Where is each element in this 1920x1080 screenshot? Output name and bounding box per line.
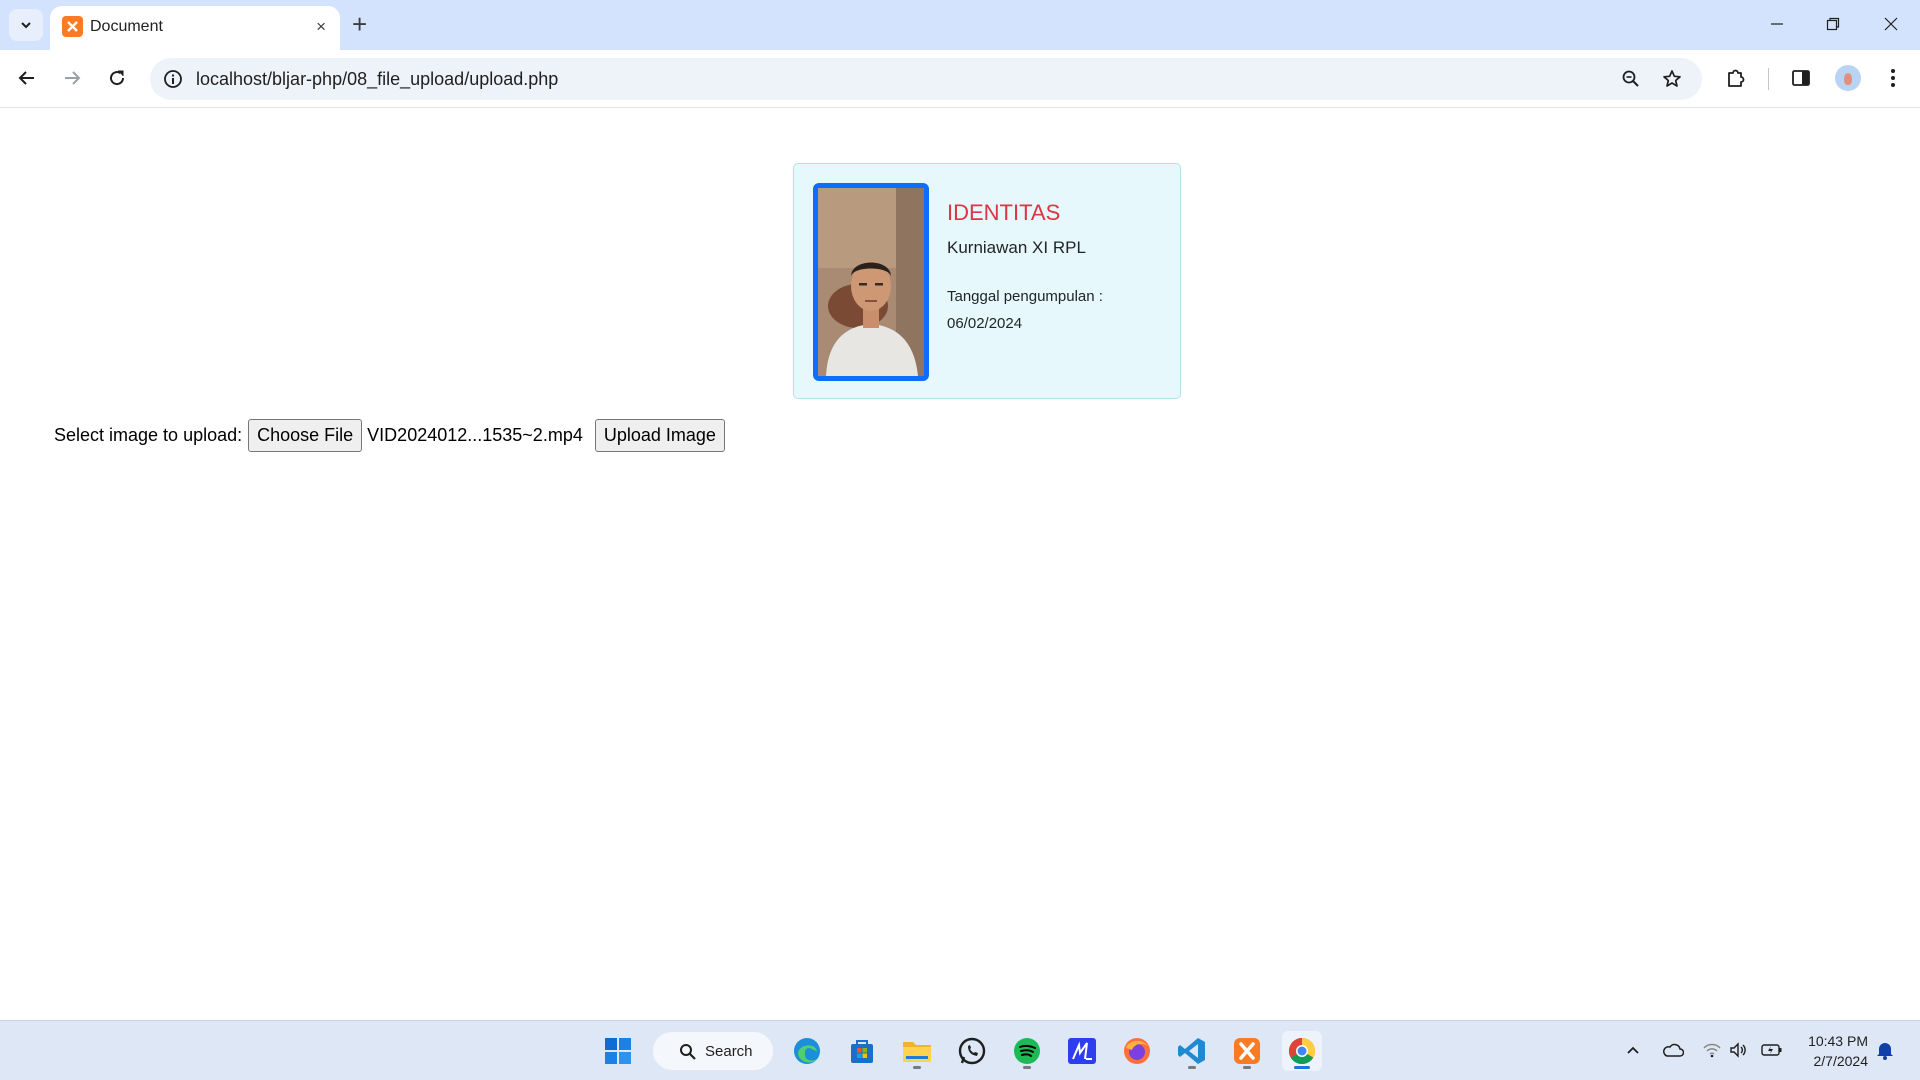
firefox-icon[interactable]	[1117, 1031, 1157, 1071]
clock-date: 2/7/2024	[1813, 1053, 1869, 1069]
choose-file-button[interactable]: Choose File	[248, 418, 363, 452]
taskbar-search-label: Search	[705, 1043, 753, 1060]
selected-file-name: VID2024012...1535~2.mp4	[367, 424, 583, 445]
volume-icon[interactable]	[1728, 1039, 1750, 1061]
windows-start-icon[interactable]	[598, 1031, 638, 1071]
site-info-icon[interactable]	[163, 69, 183, 94]
notification-bell-icon[interactable]	[1874, 1039, 1896, 1061]
system-clock[interactable]: 10:43 PM 2/7/2024	[1800, 1031, 1868, 1071]
xampp-favicon-icon	[62, 16, 83, 37]
microsoft-store-icon[interactable]	[842, 1031, 882, 1071]
zoom-icon[interactable]	[1620, 68, 1642, 90]
address-bar[interactable]: localhost/bljar-php/08_file_upload/uploa…	[150, 58, 1702, 100]
forward-arrow-icon[interactable]	[58, 64, 86, 92]
tab-title: Document	[90, 18, 163, 35]
url-text[interactable]: localhost/bljar-php/08_file_upload/uploa…	[196, 69, 558, 90]
browser-toolbar: localhost/bljar-php/08_file_upload/uploa…	[0, 50, 1920, 108]
running-indicator	[1023, 1066, 1031, 1069]
chevron-up-icon[interactable]	[1622, 1039, 1644, 1061]
active-window-indicator	[1294, 1066, 1310, 1069]
whatsapp-icon[interactable]	[952, 1031, 992, 1071]
page-content: IDENTITAS Kurniawan XI RPL Tanggal pengu…	[0, 108, 1920, 1020]
tab-search-button[interactable]	[9, 9, 43, 41]
tab-document[interactable]: Document ×	[50, 6, 340, 50]
running-indicator	[1188, 1066, 1196, 1069]
new-tab-button[interactable]: +	[352, 8, 367, 40]
restore-icon[interactable]	[1821, 12, 1845, 36]
profile-photo	[813, 183, 929, 381]
upload-form: Select image to upload: Choose File VID2…	[54, 418, 725, 452]
wifi-icon[interactable]	[1701, 1039, 1723, 1061]
windows-taskbar: Search 10:43 PM 2/7/2024	[0, 1020, 1920, 1080]
running-indicator	[1243, 1066, 1251, 1069]
card-title: IDENTITAS	[947, 200, 1061, 225]
profile-avatar[interactable]	[1835, 65, 1861, 91]
tab-strip: Document × +	[0, 0, 1920, 50]
clock-time: 10:43 PM	[1808, 1033, 1868, 1049]
close-window-icon[interactable]	[1879, 12, 1903, 36]
minimize-icon[interactable]	[1765, 12, 1789, 36]
taskbar-search-box[interactable]: Search	[652, 1031, 774, 1071]
search-icon	[680, 1044, 696, 1060]
side-panel-icon[interactable]	[1788, 65, 1814, 91]
submission-date: Tanggal pengumpulan : 06/02/2024	[947, 283, 1147, 337]
toolbar-separator	[1768, 68, 1769, 90]
vscode-icon[interactable]	[1172, 1031, 1212, 1071]
file-explorer-icon[interactable]	[897, 1031, 937, 1071]
bookmark-star-icon[interactable]	[1661, 68, 1683, 90]
chevron-down-icon	[21, 22, 31, 29]
upload-label: Select image to upload:	[54, 424, 243, 445]
xampp-icon[interactable]	[1227, 1031, 1267, 1071]
menu-kebab-icon[interactable]	[1880, 65, 1906, 91]
edge-icon[interactable]	[787, 1031, 827, 1071]
spotify-icon[interactable]	[1007, 1031, 1047, 1071]
identity-card: IDENTITAS Kurniawan XI RPL Tanggal pengu…	[793, 163, 1181, 399]
reload-icon[interactable]	[103, 64, 131, 92]
tab-close-icon[interactable]: ×	[316, 17, 326, 37]
extensions-puzzle-icon[interactable]	[1723, 65, 1749, 91]
chrome-icon[interactable]	[1282, 1031, 1322, 1071]
back-arrow-icon[interactable]	[13, 64, 41, 92]
submission-date-value: 06/02/2024	[947, 315, 1023, 332]
editor-app-icon[interactable]	[1062, 1031, 1102, 1071]
submission-date-label: Tanggal pengumpulan :	[947, 288, 1103, 305]
onedrive-cloud-icon[interactable]	[1662, 1039, 1684, 1061]
student-name: Kurniawan XI RPL	[947, 238, 1086, 257]
battery-icon[interactable]	[1761, 1039, 1783, 1061]
running-indicator	[913, 1066, 921, 1069]
upload-image-button[interactable]: Upload Image	[594, 418, 725, 452]
